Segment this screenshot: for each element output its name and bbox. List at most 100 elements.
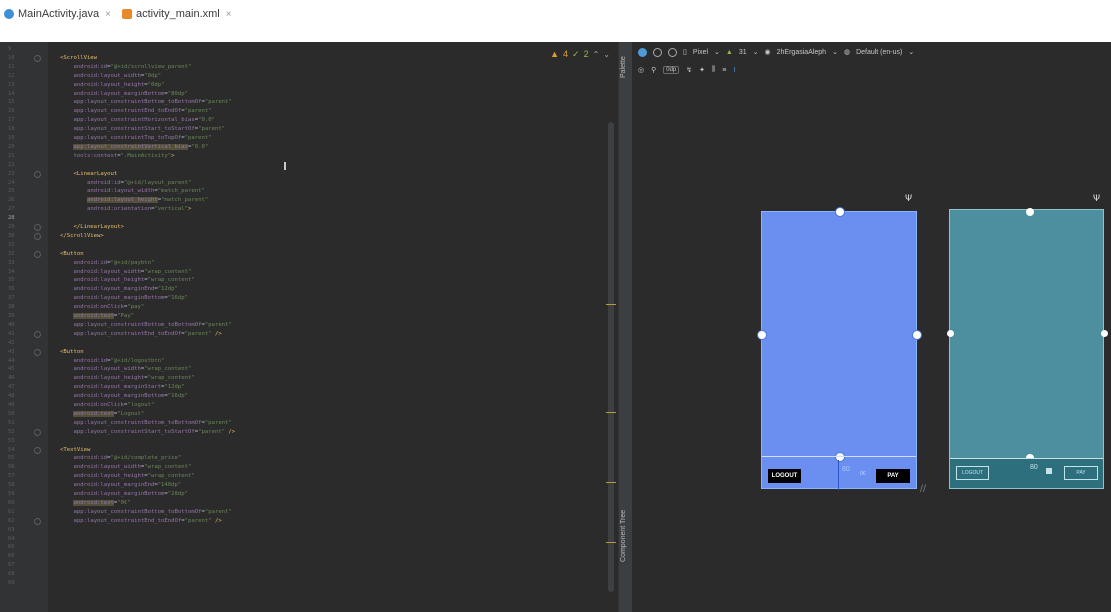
palette-tool-button[interactable]: Palette: [620, 56, 627, 78]
logout-button-outline[interactable]: LOGOUT: [956, 466, 989, 480]
pin-icon[interactable]: Ψ: [905, 194, 912, 204]
device-icon: ▯: [683, 49, 687, 56]
line-number: 64: [8, 535, 15, 542]
line-number: 29: [8, 224, 15, 230]
chevron-down-icon: ⌄: [832, 49, 838, 56]
align-icon[interactable]: ≡: [722, 67, 726, 74]
locale-selector[interactable]: Default (en-us): [856, 49, 902, 56]
line-number: 54: [8, 446, 15, 453]
line-number: 11: [8, 63, 15, 70]
component-tree-tool-button[interactable]: Component Tree: [620, 510, 627, 562]
warning-icon: ▲: [550, 49, 560, 59]
scroll-marker[interactable]: [606, 482, 616, 483]
close-icon[interactable]: ×: [226, 9, 232, 20]
code-line: android:layout_marginBottom="16dp": [73, 295, 189, 302]
design-surface[interactable]: LOGOUT 80 0€ PAY: [757, 207, 922, 490]
code-line: android:id="@+id/scrollview_parent": [73, 63, 192, 70]
fold-marker-icon[interactable]: [34, 232, 41, 240]
tab-activity-main-xml[interactable]: activity_main.xml ×: [122, 6, 232, 22]
fold-marker-icon[interactable]: [34, 348, 41, 356]
layout-file-icon: [122, 9, 132, 19]
margin-value: 80: [842, 466, 850, 473]
fold-marker-icon[interactable]: [34, 517, 41, 525]
pay-button-outline[interactable]: PAY: [1064, 466, 1098, 480]
night-mode-icon[interactable]: [668, 47, 677, 57]
logout-button[interactable]: LOGOUT: [768, 469, 801, 483]
code-line: app:layout_constraintStart_toStartOf="pa…: [73, 126, 226, 133]
fold-marker-icon[interactable]: [34, 330, 41, 338]
line-number: 41: [8, 330, 15, 337]
code-line: <ScrollView: [60, 54, 98, 61]
top-constraint-handle[interactable]: [835, 207, 845, 217]
code-line: android:text="Logout": [73, 410, 145, 417]
fold-marker-icon[interactable]: [34, 224, 41, 231]
design-mode-icon[interactable]: [638, 47, 647, 57]
constraint-line: [838, 460, 839, 490]
right-constraint-handle[interactable]: [912, 330, 922, 340]
line-number: 18: [8, 126, 15, 133]
text-caret: [284, 162, 286, 170]
scroll-marker[interactable]: [606, 542, 616, 543]
close-icon[interactable]: ×: [105, 9, 111, 20]
code-line: android:layout_marginStart="12dp": [73, 384, 185, 391]
line-number: 65: [8, 544, 15, 551]
tab-mainactivity-java[interactable]: MainActivity.java ×: [4, 6, 111, 22]
infer-constraints-icon[interactable]: ✦: [699, 66, 705, 74]
fold-marker-icon[interactable]: [34, 446, 41, 454]
theme-selector[interactable]: 2hErgasiaAleph: [777, 49, 826, 56]
line-number: 20: [8, 143, 15, 150]
left-constraint-handle[interactable]: [757, 330, 767, 340]
pay-button[interactable]: PAY: [876, 469, 910, 483]
clear-constraints-icon[interactable]: ↯: [686, 66, 692, 74]
api-level-selector[interactable]: 31: [739, 49, 747, 56]
chevron-up-icon[interactable]: ⌃: [593, 50, 600, 59]
blueprint-surface[interactable]: LOGOUT 80 PAY: [947, 208, 1108, 489]
pin-icon[interactable]: Ψ: [1093, 194, 1100, 204]
view-options-icon[interactable]: ◎: [638, 66, 644, 74]
orientation-icon[interactable]: [653, 47, 662, 57]
line-number: 22: [8, 161, 15, 168]
resize-handle-icon[interactable]: ∕∕: [920, 484, 926, 494]
line-number: 39: [8, 313, 15, 319]
default-margin-selector[interactable]: 0dp: [663, 66, 680, 74]
code-line: android:layout_marginBottom="28dp": [73, 491, 189, 497]
right-constraint-handle[interactable]: [1101, 330, 1108, 337]
globe-icon: ◍: [843, 49, 851, 56]
side-tool-strip: Palette Component Tree: [618, 42, 632, 612]
bottom-constraint-handle[interactable]: [835, 452, 845, 462]
line-number: 55: [8, 455, 15, 462]
fold-marker-icon[interactable]: [34, 54, 41, 62]
java-class-icon: [4, 9, 14, 19]
line-number: 13: [8, 81, 15, 88]
top-constraint-handle[interactable]: [1026, 208, 1034, 216]
pack-icon[interactable]: ⫼: [712, 66, 715, 74]
editor-scrollbar[interactable]: [608, 122, 614, 592]
line-number: 34: [8, 268, 15, 275]
code-line: app:layout_constraintEnd_toEndOf="parent…: [73, 330, 222, 337]
chevron-down-icon: ⌄: [908, 49, 915, 56]
code-line: app:layout_constraintBottom_toBottomOf="…: [73, 99, 232, 106]
line-number: 50: [8, 410, 15, 417]
scroll-marker[interactable]: [606, 304, 616, 305]
device-selector[interactable]: Pixel: [693, 49, 708, 56]
left-constraint-handle[interactable]: [947, 330, 954, 337]
chevron-down-icon[interactable]: ⌄: [603, 50, 610, 59]
guidelines-icon[interactable]: I: [733, 67, 735, 74]
line-number: 37: [8, 295, 15, 302]
code-line: android:layout_height="wrap_content": [73, 473, 195, 480]
xml-code-editor[interactable]: ▲ 4 ✓ 2 ⌃ ⌄ <ScrollView android:id="@+id…: [48, 42, 618, 612]
scroll-marker[interactable]: [606, 412, 616, 413]
autoconnect-icon[interactable]: ⚲: [651, 66, 656, 74]
code-line: android:layout_width="wrap_content": [73, 366, 192, 373]
fold-marker-icon[interactable]: [34, 170, 41, 178]
line-number: 51: [8, 419, 15, 426]
line-number: 33: [8, 259, 15, 266]
theme-icon: ◉: [764, 49, 771, 56]
fold-marker-icon[interactable]: [34, 428, 41, 436]
code-line: tools:context=".MainActivity">: [73, 152, 175, 159]
inspection-widget[interactable]: ▲ 4 ✓ 2 ⌃ ⌄: [550, 48, 610, 60]
line-number: 68: [8, 571, 15, 578]
fold-marker-icon[interactable]: [34, 250, 41, 258]
code-line: android:text="Pay": [73, 313, 135, 319]
price-text-outline[interactable]: [1046, 468, 1052, 474]
